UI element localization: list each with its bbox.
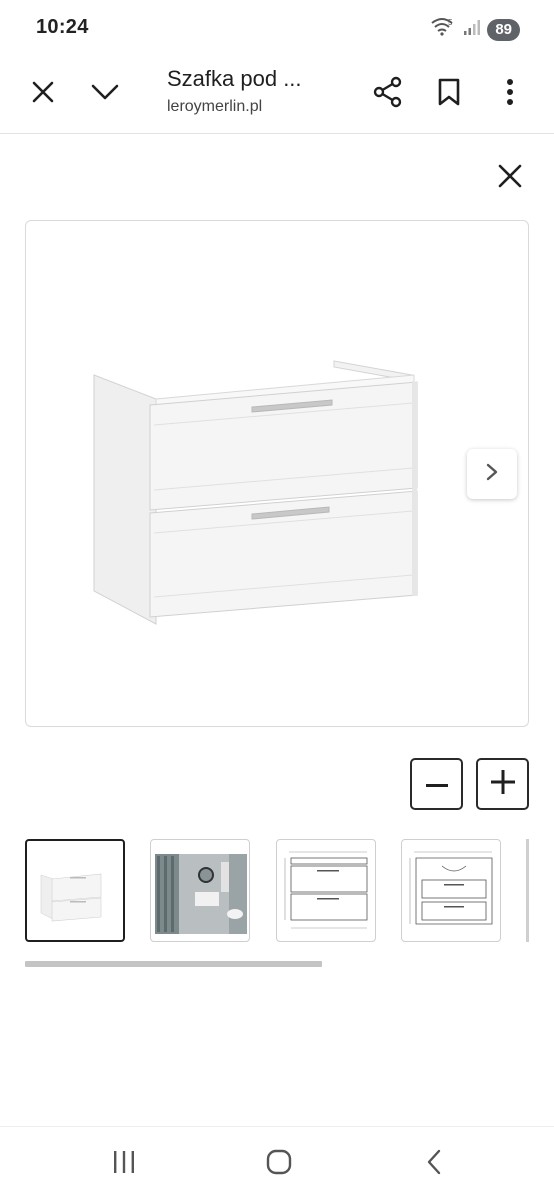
minimize-tab-button[interactable] [81, 70, 129, 118]
back-icon [426, 1149, 442, 1180]
back-button[interactable] [404, 1141, 464, 1187]
status-time: 10:24 [36, 16, 89, 38]
page-title: Szafka pod ... [167, 66, 302, 91]
thumbnail-image [409, 851, 493, 925]
thumbnail-image [40, 873, 102, 922]
thumbnail-cabinet-front-view[interactable] [25, 839, 125, 942]
thumbnail-partial[interactable] [526, 839, 529, 942]
system-nav-bar [0, 1126, 554, 1200]
chevron-down-icon [91, 83, 119, 106]
minus-icon [425, 775, 448, 793]
bookmark-button[interactable] [425, 70, 473, 118]
wifi-icon: 5 [431, 17, 457, 42]
recent-apps-button[interactable] [94, 1141, 154, 1187]
zoom-out-button[interactable] [410, 758, 463, 810]
status-bar: 10:24 5 89 [0, 0, 554, 56]
close-tab-button[interactable] [19, 70, 67, 118]
plus-icon [490, 769, 515, 799]
more-vert-icon [506, 78, 514, 111]
share-icon [373, 76, 403, 113]
thumbnail-image [155, 854, 247, 934]
status-icons: 5 89 [431, 17, 520, 42]
thumbnail-dimension-drawing-open[interactable] [401, 839, 501, 942]
thumbnail-image [284, 851, 368, 929]
close-icon [31, 80, 55, 109]
recent-apps-icon [112, 1150, 136, 1179]
home-icon [266, 1149, 292, 1180]
thumbnail-bathroom-scene[interactable] [150, 839, 250, 942]
close-viewer-button[interactable] [486, 154, 534, 202]
home-button[interactable] [249, 1141, 309, 1187]
signal-icon [463, 18, 481, 41]
next-image-button[interactable] [467, 449, 517, 499]
thumbnail-dimension-drawing-front[interactable] [276, 839, 376, 942]
page-domain: leroymerlin.pl [167, 98, 263, 115]
close-icon [497, 163, 523, 194]
custom-tab-toolbar: Szafka pod ... leroymerlin.pl [0, 56, 554, 134]
bookmark-icon [438, 78, 460, 111]
thumbnail-scroll-indicator [25, 961, 322, 967]
main-product-image[interactable] [25, 220, 529, 727]
svg-text:5: 5 [448, 18, 453, 27]
zoom-in-button[interactable] [476, 758, 529, 810]
cabinet-image [93, 360, 418, 625]
share-button[interactable] [364, 70, 412, 118]
battery-icon: 89 [487, 18, 520, 41]
more-options-button[interactable] [486, 70, 534, 118]
chevron-right-icon [486, 463, 498, 486]
